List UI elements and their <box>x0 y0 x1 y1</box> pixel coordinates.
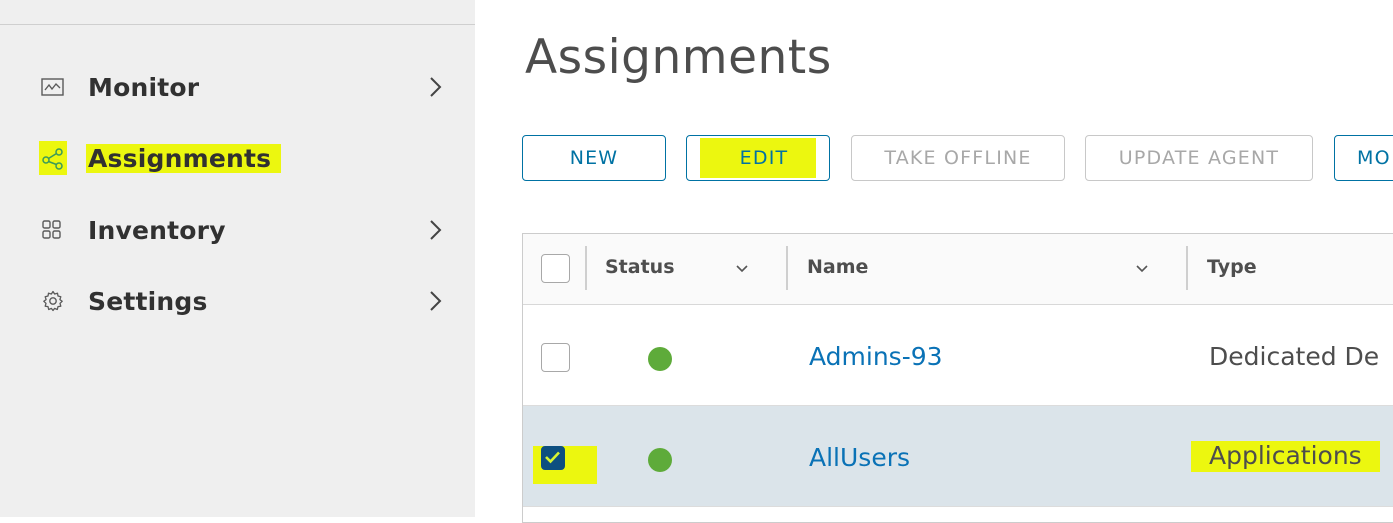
chevron-down-icon[interactable] <box>1133 259 1151 277</box>
sidebar-item-settings[interactable]: Settings <box>41 281 451 321</box>
assignment-type: Dedicated De <box>1209 342 1380 371</box>
sidebar-item-label: Inventory <box>88 215 226 245</box>
grid-icon <box>41 218 67 242</box>
column-header-name[interactable]: Name <box>807 256 868 278</box>
table-row[interactable]: Admins-93 Dedicated De <box>523 305 1393 406</box>
edit-button[interactable]: EDIT <box>686 135 830 181</box>
chevron-right-icon <box>424 289 448 313</box>
main-content: Assignments NEW EDIT TAKE OFFLINE UPDATE… <box>475 0 1393 523</box>
column-header-status[interactable]: Status <box>605 256 675 278</box>
edit-button-label: EDIT <box>699 138 817 178</box>
chevron-down-icon[interactable] <box>733 259 751 277</box>
column-separator <box>1186 246 1188 290</box>
sidebar-item-label: Monitor <box>88 72 200 102</box>
assignments-grid: Status Name Type Admins-93 Dedicated De <box>522 233 1393 523</box>
table-row[interactable]: AllUsers Applications <box>523 406 1393 507</box>
status-indicator <box>648 448 672 472</box>
update-agent-button[interactable]: UPDATE AGENT <box>1085 135 1313 181</box>
status-indicator <box>648 347 672 371</box>
column-separator <box>585 246 587 290</box>
new-button[interactable]: NEW <box>522 135 666 181</box>
sidebar-item-label: Settings <box>88 286 208 316</box>
monitor-icon <box>41 75 67 99</box>
assignment-type: Applications <box>1191 441 1380 472</box>
assignment-name-link[interactable]: Admins-93 <box>809 342 943 371</box>
select-all-checkbox[interactable] <box>541 254 570 283</box>
assignment-name-link[interactable]: AllUsers <box>809 443 910 472</box>
grid-header: Status Name Type <box>523 234 1393 305</box>
sidebar-item-assignments[interactable]: Assignments <box>39 138 451 178</box>
sidebar-item-monitor[interactable]: Monitor <box>41 67 451 107</box>
row-checkbox-checked[interactable] <box>541 446 565 470</box>
column-separator <box>786 246 788 290</box>
sidebar-divider <box>0 24 475 25</box>
more-button[interactable]: MO <box>1334 135 1393 181</box>
page-title: Assignments <box>525 30 832 85</box>
column-header-type[interactable]: Type <box>1207 256 1257 278</box>
sidebar-item-label: Assignments <box>86 143 282 173</box>
chevron-right-icon <box>424 75 448 99</box>
checkmark-icon <box>545 451 560 464</box>
sidebar-item-inventory[interactable]: Inventory <box>41 210 451 250</box>
sidebar: Monitor Assignments Inventory Settings <box>0 0 475 517</box>
chevron-right-icon <box>424 218 448 242</box>
row-checkbox[interactable] <box>541 343 570 372</box>
assignment-type-label: Applications <box>1191 441 1380 472</box>
take-offline-button[interactable]: TAKE OFFLINE <box>851 135 1065 181</box>
share-nodes-icon <box>39 141 67 175</box>
gear-icon <box>41 289 67 313</box>
